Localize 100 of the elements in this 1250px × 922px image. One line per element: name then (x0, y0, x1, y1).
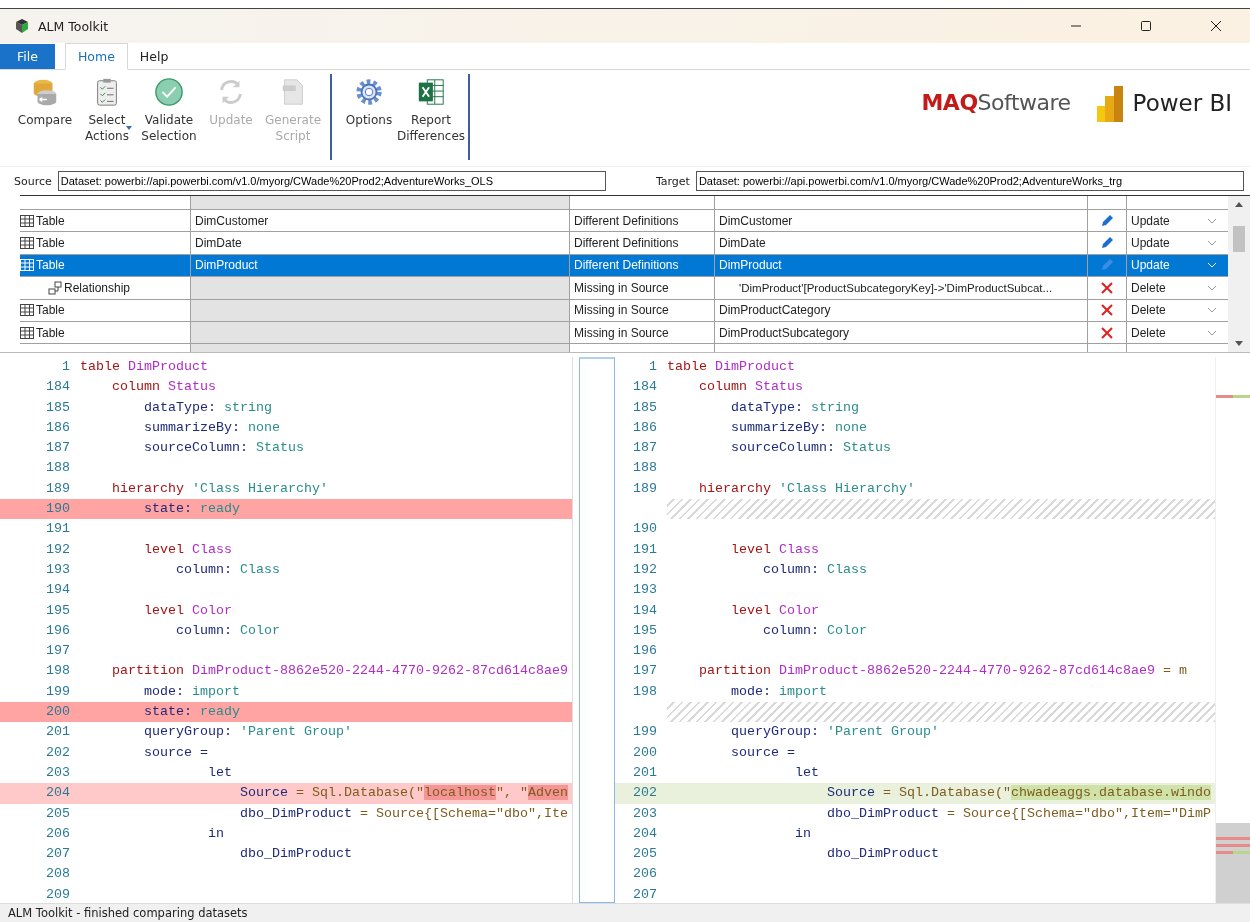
close-icon[interactable] (1210, 20, 1222, 32)
code-line: let (206, 763, 232, 782)
code-line: summarizeBy: none (730, 418, 867, 437)
action-dropdown[interactable]: Delete (1127, 299, 1221, 321)
grid-row[interactable]: Table DimDate Different Definitions DimDate Update (20, 232, 1228, 255)
line-number: 205 (632, 845, 658, 864)
source-field[interactable]: Dataset: powerbi://api.powerbi.com/v1.0/myorg/CWade%20Prod2;AdventureWorks_OLS (57, 171, 606, 191)
checkmark-circle-icon (154, 76, 184, 108)
status-bar-text: ALM Toolkit - finished comparing datasets (0, 903, 1250, 922)
window-title: ALM Toolkit (38, 18, 109, 34)
chevron-down-icon (1207, 284, 1217, 291)
line-number: 188 (45, 459, 71, 478)
object-type: Table (36, 236, 65, 251)
code-line: column: Class (174, 560, 280, 579)
action-dropdown[interactable]: Update (1127, 254, 1221, 277)
line-number: 188 (632, 459, 658, 478)
line-number: 1 (648, 358, 658, 376)
code-line: state: ready (143, 703, 240, 722)
code-line: dataType: string (730, 398, 859, 417)
grid-row[interactable]: Table DimProduct Different Definitions DimProduct Update (20, 254, 1228, 278)
line-number: 194 (632, 601, 658, 620)
line-number: 184 (45, 378, 71, 397)
code-line: summarizeBy: none (143, 418, 280, 437)
pencil-icon (1100, 213, 1114, 228)
code-line: table DimProduct (80, 358, 208, 376)
comparison-status: Missing in Source (574, 325, 669, 340)
comparison-status: Missing in Source (574, 303, 669, 318)
line-number: 189 (632, 479, 658, 498)
scroll-down-icon[interactable] (1235, 341, 1243, 346)
line-number: 192 (632, 560, 658, 579)
line-number: 204 (632, 824, 658, 843)
target-field[interactable]: Dataset: powerbi://api.powerbi.com/v1.0/myorg/CWade%20Prod2;AdventureWorks_trg (695, 171, 1244, 191)
code-line: mode: import (730, 682, 827, 701)
ribbon-button[interactable]: Select Actions (76, 74, 138, 160)
code-line: dbo_DimProduct = Source{[Schema="dbo",Item="DimP (825, 804, 1211, 823)
action-dropdown[interactable]: Update (1127, 210, 1221, 232)
code-line: in (206, 824, 224, 843)
pencil-icon (1100, 236, 1114, 251)
spreadsheet-icon (416, 76, 446, 108)
line-number: 195 (632, 621, 658, 640)
line-number: 202 (45, 743, 71, 762)
line-number: 209 (45, 885, 71, 904)
line-number: 203 (632, 804, 658, 823)
line-number: 196 (632, 642, 658, 661)
brand-logo-text: MAQ (921, 90, 978, 115)
line-number: 196 (45, 621, 71, 640)
target-object-name: DimProduct (719, 258, 782, 273)
line-number: 199 (45, 682, 71, 701)
delete-x-icon (1101, 281, 1113, 294)
code-line: column: Class (761, 560, 867, 579)
ribbon-button[interactable]: Compare (14, 74, 76, 160)
line-number: 206 (45, 824, 71, 843)
code-line: queryGroup: 'Parent Group' (143, 723, 352, 742)
object-type: Table (36, 213, 65, 228)
code-line: sourceColumn: Status (730, 439, 891, 458)
code-line: hierarchy 'Class Hierarchy' (698, 479, 915, 498)
line-number: 189 (45, 479, 71, 498)
code-line: column Status (698, 378, 803, 397)
line-number: 184 (632, 378, 658, 397)
code-line: level Class (730, 540, 819, 559)
code-line: column: Color (174, 621, 280, 640)
action-dropdown[interactable]: Update (1127, 232, 1221, 254)
ribbon-tab[interactable]: File (0, 44, 55, 69)
source-object-name: DimCustomer (195, 213, 269, 228)
target-object-name: 'DimProduct'[ProductSubcategoryKey]->'DimProductSubcat... (739, 281, 1053, 294)
cube-icon (14, 18, 30, 34)
grid-row[interactable]: Table DimCustomer Different Definitions DimCustomer Update (20, 210, 1228, 233)
maximize-icon[interactable] (1140, 20, 1152, 32)
ribbon-tab[interactable]: Help (127, 44, 181, 69)
line-number: 200 (45, 703, 71, 722)
ribbon-button[interactable]: Validate Selection (138, 74, 200, 160)
line-number: 207 (632, 885, 658, 904)
code-line: table DimProduct (667, 358, 795, 376)
line-number: 187 (632, 439, 658, 458)
scroll-up-icon[interactable] (1235, 202, 1243, 207)
source-label: Source (14, 174, 52, 188)
target-object-name: DimDate (719, 236, 766, 251)
delete-x-icon (1101, 304, 1113, 317)
line-number: 194 (45, 581, 71, 600)
grid-row[interactable]: Table Missing in Source DimProductCategory Delete (20, 299, 1228, 322)
line-number: 191 (45, 520, 71, 539)
code-line: dbo_DimProduct (825, 845, 939, 864)
comparison-status: Different Definitions (574, 236, 679, 251)
grid-row[interactable]: Relationship Missing in Source 'DimProduct'[ProductSubcategoryKey]->'DimProductSubcat... Delete (20, 277, 1228, 300)
code-line: partition DimProduct-8862e520-2244-4770-9262-87cd614c8ae9 (111, 662, 568, 681)
grid-row[interactable]: Table Missing in Source DimProductSubcategory Delete (20, 321, 1228, 345)
ribbon-tab[interactable]: Home (64, 43, 128, 70)
code-line: sourceColumn: Status (143, 439, 304, 458)
object-type: Relationship (64, 280, 131, 295)
delete-x-icon (1101, 326, 1113, 339)
line-number: 203 (45, 763, 71, 782)
action-dropdown[interactable]: Delete (1127, 277, 1221, 299)
brand-logo-text: Software (977, 90, 1071, 115)
line-number: 195 (45, 601, 71, 620)
scrollbar-thumb[interactable] (1233, 226, 1245, 252)
chevron-down-icon (1207, 240, 1217, 247)
line-number: 197 (632, 662, 658, 681)
action-dropdown[interactable]: Delete (1127, 321, 1221, 344)
code-line: dbo_DimProduct (238, 845, 352, 864)
code-line: column Status (111, 378, 216, 397)
